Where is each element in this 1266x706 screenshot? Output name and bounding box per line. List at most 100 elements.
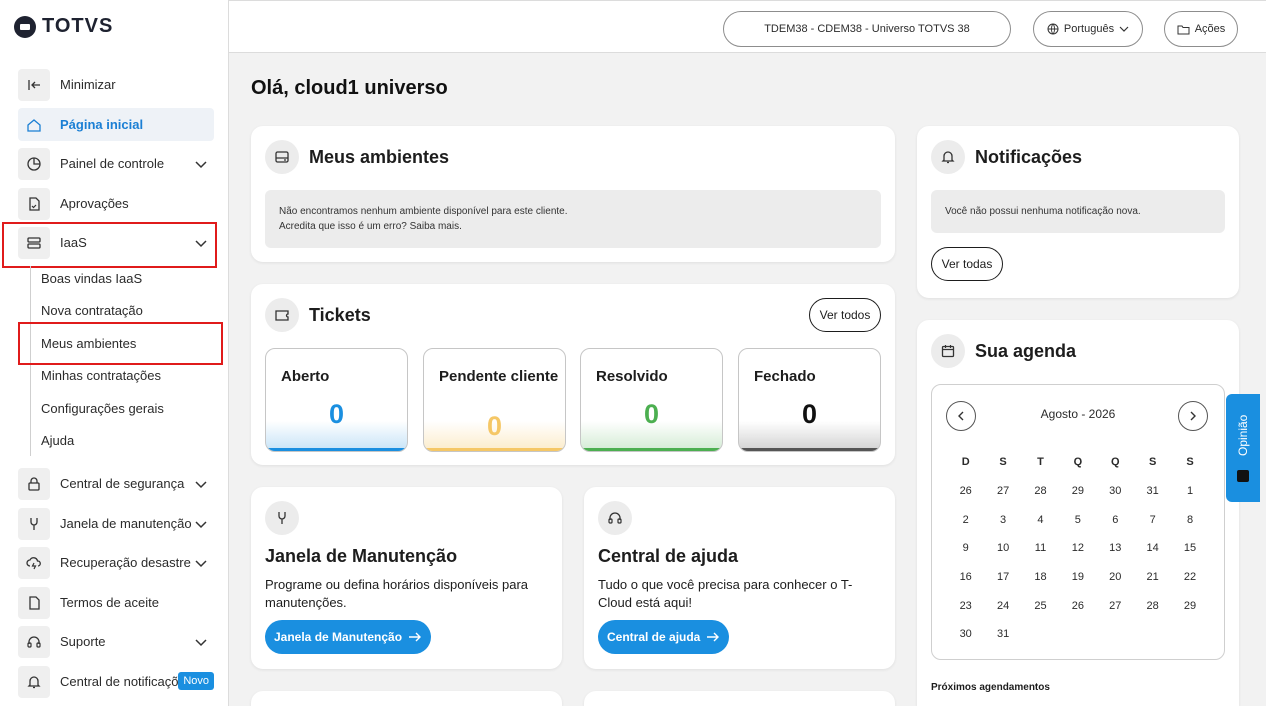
ticket-pending-label: Pendente cliente bbox=[439, 368, 559, 385]
help-card-button[interactable]: Central de ajuda bbox=[598, 620, 730, 654]
calendar-day[interactable]: 31 bbox=[1134, 477, 1171, 506]
sidebar-sub-my-contracts[interactable]: Minhas contratações bbox=[41, 368, 161, 383]
page-title: Olá, cloud1 universo bbox=[251, 77, 448, 99]
agenda-title: Sua agenda bbox=[975, 340, 1077, 361]
calendar-weekday: S bbox=[1186, 456, 1194, 469]
recovery-label: Recuperação desastre bbox=[60, 555, 191, 571]
bell-icon bbox=[931, 140, 965, 174]
calendar-day[interactable]: 25 bbox=[1022, 591, 1059, 620]
calendar-day[interactable]: 30 bbox=[947, 620, 984, 649]
ticket-closed[interactable]: Fechado 0 bbox=[738, 348, 881, 452]
calendar-day[interactable]: 29 bbox=[1171, 591, 1208, 620]
calendar-day[interactable]: 1 bbox=[1171, 477, 1208, 506]
calendar-day[interactable]: 16 bbox=[947, 563, 984, 592]
ticket-open-label: Aberto bbox=[281, 368, 330, 385]
calendar-day[interactable]: 5 bbox=[1059, 505, 1096, 534]
environment-selector[interactable]: TDEM38 - CDEM38 - Universo TOTVS 38 bbox=[723, 11, 1011, 47]
ticket-open[interactable]: Aberto 0 bbox=[265, 348, 408, 452]
sidebar-item-approvals[interactable]: Aprovações bbox=[18, 188, 214, 220]
calendar-day[interactable]: 29 bbox=[1059, 477, 1096, 506]
calendar-day[interactable]: 27 bbox=[984, 477, 1021, 506]
sidebar-item-security[interactable]: Central de segurança bbox=[18, 468, 214, 500]
calendar-day[interactable]: 26 bbox=[1059, 591, 1096, 620]
calendar-day[interactable]: 8 bbox=[1171, 505, 1208, 534]
calendar-weekday: T bbox=[1037, 456, 1044, 469]
calendar-day[interactable]: 20 bbox=[1097, 563, 1134, 592]
calendar-day[interactable]: 10 bbox=[984, 534, 1021, 563]
wrench-icon bbox=[18, 508, 50, 540]
sidebar-item-support[interactable]: Suporte bbox=[18, 626, 214, 658]
calendar-day[interactable]: 28 bbox=[1134, 591, 1171, 620]
language-selector[interactable]: Português bbox=[1033, 11, 1143, 47]
help-button-label: Central de ajuda bbox=[607, 630, 701, 644]
calendar-day[interactable]: 28 bbox=[1022, 477, 1059, 506]
calendar-day[interactable]: 22 bbox=[1171, 563, 1208, 592]
calendar-day[interactable]: 7 bbox=[1134, 505, 1171, 534]
notifications-empty-box: Você não possui nenhuma notificação nova… bbox=[931, 190, 1225, 233]
ticket-open-bar bbox=[266, 448, 407, 451]
ticket-pending[interactable]: Pendente cliente 0 bbox=[423, 348, 566, 452]
home-label: Página inicial bbox=[60, 116, 144, 132]
calendar-day[interactable]: 13 bbox=[1097, 534, 1134, 563]
calendar-day[interactable]: 24 bbox=[984, 591, 1021, 620]
agenda-card: Sua agenda Agosto - 2026 D S T Q Q S S 26 27 28 29… bbox=[917, 320, 1239, 706]
calendar-day[interactable]: 2 bbox=[947, 505, 984, 534]
sidebar-item-maintenance[interactable]: Janela de manutenção bbox=[18, 507, 214, 541]
calendar-day[interactable]: 14 bbox=[1134, 534, 1171, 563]
calendar-day[interactable]: 26 bbox=[947, 477, 984, 506]
dashboard-label: Painel de controle bbox=[60, 156, 165, 172]
actions-button[interactable]: Ações bbox=[1164, 11, 1238, 47]
calendar-day[interactable]: 4 bbox=[1022, 505, 1059, 534]
calendar-day[interactable]: 27 bbox=[1097, 591, 1134, 620]
minimize-button[interactable]: Minimizar bbox=[18, 69, 214, 101]
sidebar-sub-settings[interactable]: Configurações gerais bbox=[41, 401, 164, 416]
calendar-day[interactable]: 11 bbox=[1022, 534, 1059, 563]
calendar-weekday: Q bbox=[1110, 456, 1120, 469]
wrench-icon bbox=[265, 501, 299, 535]
ticket-resolved[interactable]: Resolvido 0 bbox=[580, 348, 723, 452]
environments-empty-line1: Não encontramos nenhum ambiente disponív… bbox=[279, 206, 568, 217]
calendar-day[interactable]: 23 bbox=[947, 591, 984, 620]
sidebar-item-home[interactable]: Página inicial bbox=[18, 108, 214, 141]
help-card-title: Central de ajuda bbox=[598, 546, 739, 566]
totvs-logo[interactable]: TOTVS bbox=[14, 15, 113, 38]
chevron-down-icon bbox=[195, 560, 207, 568]
environments-title: Meus ambientes bbox=[309, 146, 450, 167]
sidebar-sub-new-contract[interactable]: Nova contratação bbox=[41, 303, 143, 318]
calendar-day[interactable]: 12 bbox=[1059, 534, 1096, 563]
sidebar-item-terms[interactable]: Termos de aceite bbox=[18, 587, 214, 619]
chevron-down-icon bbox=[195, 161, 207, 169]
ticket-closed-count: 0 bbox=[801, 399, 818, 429]
maintenance-card-title: Janela de Manutenção bbox=[265, 546, 458, 566]
bell-icon bbox=[18, 666, 50, 698]
calendar-day[interactable]: 6 bbox=[1097, 505, 1134, 534]
calendar-day[interactable]: 31 bbox=[984, 620, 1021, 649]
sidebar-sub-welcome[interactable]: Boas vindas IaaS bbox=[41, 271, 142, 286]
ticket-closed-bar bbox=[739, 448, 880, 451]
sidebar-sub-help[interactable]: Ajuda bbox=[41, 433, 74, 448]
chevron-down-icon bbox=[1119, 26, 1129, 32]
calendar-day[interactable]: 18 bbox=[1022, 563, 1059, 592]
notifications-see-all-button[interactable]: Ver todas bbox=[931, 247, 1003, 281]
sidebar-item-recovery[interactable]: Recuperação desastre bbox=[18, 546, 214, 580]
calendar-day[interactable]: 17 bbox=[984, 563, 1021, 592]
help-card: Central de ajuda Tudo o que você precisa… bbox=[584, 487, 895, 669]
minimize-label: Minimizar bbox=[60, 77, 116, 93]
tickets-see-all-button[interactable]: Ver todos bbox=[809, 298, 881, 332]
maintenance-card-button[interactable]: Janela de Manutenção bbox=[265, 620, 432, 654]
ticket-resolved-bar bbox=[581, 448, 722, 451]
sidebar-item-dashboard[interactable]: Painel de controle bbox=[18, 148, 214, 180]
calendar-day[interactable]: 21 bbox=[1134, 563, 1171, 592]
notifications-title: Notificações bbox=[975, 146, 1083, 167]
environments-empty-line2[interactable]: Acredita que isso é um erro? Saiba mais. bbox=[279, 219, 867, 234]
calendar-next-button[interactable] bbox=[1178, 401, 1208, 431]
calendar-day[interactable]: 15 bbox=[1171, 534, 1208, 563]
calendar-day[interactable]: 19 bbox=[1059, 563, 1096, 592]
calendar-day[interactable]: 9 bbox=[947, 534, 984, 563]
calendar-day[interactable]: 30 bbox=[1097, 477, 1134, 506]
collapse-icon bbox=[18, 69, 50, 101]
environments-empty-box: Não encontramos nenhum ambiente disponív… bbox=[265, 190, 881, 248]
feedback-tab[interactable]: Opinião bbox=[1226, 394, 1260, 502]
pie-chart-icon bbox=[18, 148, 50, 180]
calendar-day[interactable]: 3 bbox=[984, 505, 1021, 534]
